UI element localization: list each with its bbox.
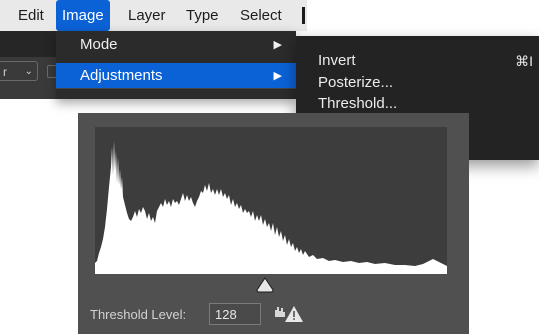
menu-item-mode-label: Mode bbox=[80, 36, 118, 53]
toolbar-select[interactable]: r ⌄ bbox=[0, 61, 38, 81]
menu-image[interactable]: Image bbox=[56, 0, 110, 31]
menu-bar: Edit Image Layer Type Select bbox=[0, 0, 307, 31]
menu-edit[interactable]: Edit bbox=[12, 0, 50, 31]
chevron-down-icon: ⌄ bbox=[24, 66, 33, 77]
submenu-item-invert[interactable]: Invert bbox=[318, 51, 356, 71]
threshold-level-input[interactable]: 128 bbox=[209, 303, 261, 325]
submenu-item-posterize[interactable]: Posterize... bbox=[318, 73, 393, 93]
menu-item-adjustments-label: Adjustments bbox=[80, 67, 163, 84]
histogram-warning-icon[interactable] bbox=[274, 303, 306, 325]
image-menu: Mode ▶ Adjustments ▶ bbox=[56, 31, 296, 99]
threshold-slider-thumb[interactable] bbox=[256, 277, 274, 293]
menu-overflow-marker bbox=[302, 7, 305, 24]
toolbar-select-value: r bbox=[3, 65, 7, 79]
menu-type[interactable]: Type bbox=[180, 0, 225, 31]
menu-item-adjustments[interactable]: Adjustments ▶ bbox=[56, 63, 296, 89]
menu-separator bbox=[56, 88, 296, 89]
menu-select[interactable]: Select bbox=[234, 0, 288, 31]
submenu-arrow-icon: ▶ bbox=[273, 70, 282, 82]
menu-item-mode[interactable]: Mode ▶ bbox=[56, 32, 296, 58]
submenu-item-threshold[interactable]: Threshold... bbox=[318, 94, 397, 114]
histogram-area bbox=[95, 141, 447, 274]
threshold-histogram bbox=[95, 127, 447, 274]
threshold-level-label: Threshold Level: bbox=[90, 307, 187, 322]
histogram-graph bbox=[95, 141, 447, 274]
submenu-arrow-icon: ▶ bbox=[273, 39, 282, 51]
threshold-dialog: Threshold Level: 128 bbox=[78, 113, 469, 334]
invert-shortcut: ⌘I bbox=[515, 53, 533, 69]
menu-layer[interactable]: Layer bbox=[122, 0, 172, 31]
